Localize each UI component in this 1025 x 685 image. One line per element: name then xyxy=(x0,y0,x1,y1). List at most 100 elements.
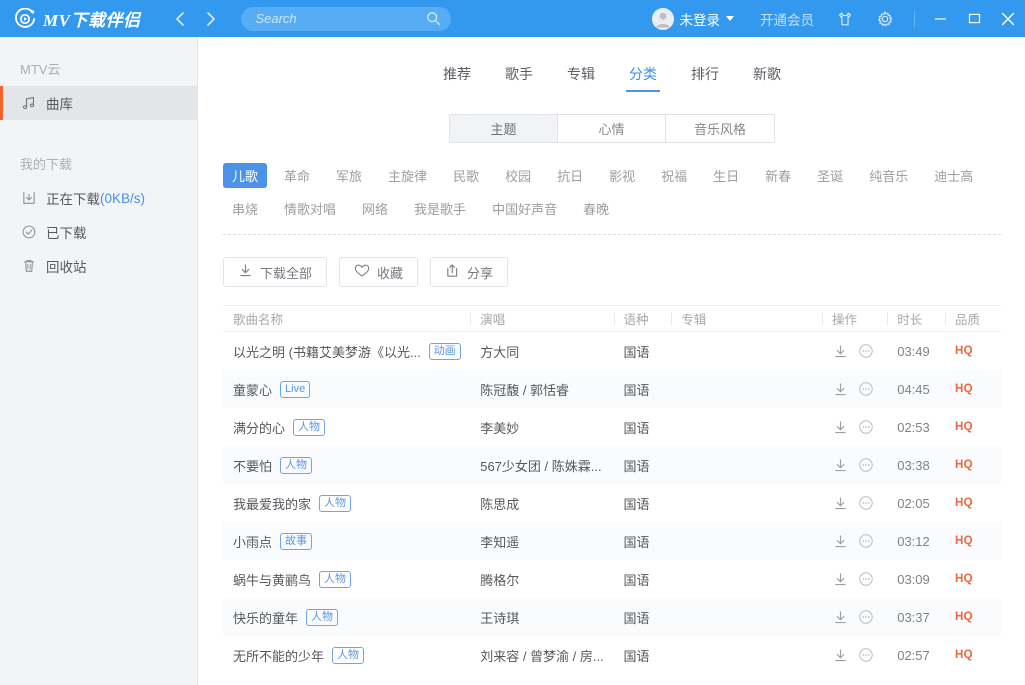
titlebar-right: 未登录 开通会员 xyxy=(652,0,1025,37)
more-dots-icon[interactable] xyxy=(858,381,874,397)
segment-theme[interactable]: 主题 xyxy=(450,115,558,142)
search-box[interactable] xyxy=(241,7,451,31)
favorite-label: 收藏 xyxy=(377,263,403,282)
tag-folk[interactable]: 民歌 xyxy=(444,163,488,188)
tag-internet[interactable]: 网络 xyxy=(353,196,397,221)
tag-voice-of-china[interactable]: 中国好声音 xyxy=(483,196,566,221)
table-row[interactable]: 快乐的童年人物王诗琪国语03:37HQ xyxy=(223,598,1001,636)
sidebar-item-library[interactable]: 曲库 xyxy=(0,86,197,120)
tag-instrumental[interactable]: 纯音乐 xyxy=(860,163,917,188)
tag-children-songs[interactable]: 儿歌 xyxy=(223,163,267,188)
download-all-button[interactable]: 下载全部 xyxy=(223,257,327,287)
more-dots-icon[interactable] xyxy=(858,571,874,587)
download-icon[interactable] xyxy=(832,533,848,549)
sidebar-item-downloading[interactable]: 正在下载(0KB/s) xyxy=(0,181,197,215)
tag-film-tv[interactable]: 影视 xyxy=(600,163,644,188)
table-row[interactable]: 以光之明 (书籍艾美梦游《以光...动画方大同国语03:49HQ xyxy=(223,332,1001,370)
song-title: 不要怕 xyxy=(233,456,272,475)
cell-singer: 陈思成 xyxy=(470,494,613,513)
singer-name: 腾格尔 xyxy=(480,570,519,589)
download-icon[interactable] xyxy=(832,609,848,625)
share-button[interactable]: 分享 xyxy=(430,257,508,287)
minimize-button[interactable] xyxy=(923,0,957,37)
more-dots-icon[interactable] xyxy=(858,419,874,435)
tag-christmas[interactable]: 圣诞 xyxy=(808,163,852,188)
cell-singer: 王诗琪 xyxy=(470,608,613,627)
cell-quality: HQ xyxy=(945,345,1001,357)
tag-new-year[interactable]: 新春 xyxy=(756,163,800,188)
song-title: 小雨点 xyxy=(233,532,272,551)
table-row[interactable]: 童蒙心Live陈冠馥 / 郭恬睿国语04:45HQ xyxy=(223,370,1001,408)
table-row[interactable]: 无所不能的少年人物刘来容 / 曾梦渝 / 房...国语02:57HQ xyxy=(223,636,1001,674)
segment-mood[interactable]: 心情 xyxy=(558,115,666,142)
tag-spring-festival-gala[interactable]: 春晚 xyxy=(574,196,618,221)
download-icon[interactable] xyxy=(832,495,848,511)
download-icon[interactable] xyxy=(832,571,848,587)
cell-title: 以光之明 (书籍艾美梦游《以光...动画 xyxy=(223,342,470,361)
song-badge: 人物 xyxy=(280,457,312,474)
tag-anti-japanese[interactable]: 抗日 xyxy=(548,163,592,188)
more-dots-icon[interactable] xyxy=(858,343,874,359)
tag-birthday[interactable]: 生日 xyxy=(704,163,748,188)
search-icon[interactable] xyxy=(426,11,441,26)
user-menu[interactable]: 未登录 xyxy=(652,8,735,30)
divider xyxy=(914,11,915,27)
tab-albums[interactable]: 专辑 xyxy=(567,64,595,92)
search-input[interactable] xyxy=(241,7,451,31)
tab-ranking[interactable]: 排行 xyxy=(691,64,719,92)
tag-disco[interactable]: 迪士高 xyxy=(925,163,982,188)
tag-military[interactable]: 军旅 xyxy=(327,163,371,188)
tag-revolution[interactable]: 革命 xyxy=(275,163,319,188)
table-row[interactable]: 蜗牛与黄鹂鸟人物腾格尔国语03:09HQ xyxy=(223,560,1001,598)
table-row[interactable]: 我最爱我的家人物陈思成国语02:05HQ xyxy=(223,484,1001,522)
favorite-button[interactable]: 收藏 xyxy=(339,257,418,287)
download-icon[interactable] xyxy=(832,343,848,359)
sidebar-item-downloaded[interactable]: 已下载 xyxy=(0,215,197,249)
table-row[interactable]: 不要怕人物567少女团 / 陈姝霖...国语03:38HQ xyxy=(223,446,1001,484)
sidebar-item-label: 正在下载 xyxy=(46,188,100,208)
gear-icon[interactable] xyxy=(876,10,894,28)
tag-campus[interactable]: 校园 xyxy=(496,163,540,188)
tab-recommend[interactable]: 推荐 xyxy=(443,64,471,92)
chevron-left-icon[interactable] xyxy=(170,8,190,30)
chevron-right-icon[interactable] xyxy=(201,8,221,30)
download-icon[interactable] xyxy=(832,381,848,397)
close-button[interactable] xyxy=(991,0,1025,37)
more-dots-icon[interactable] xyxy=(858,609,874,625)
singer-name: 李美妙 xyxy=(480,418,519,437)
tag-medley[interactable]: 串烧 xyxy=(223,196,267,221)
download-icon[interactable] xyxy=(832,647,848,663)
table-row[interactable]: 满分的心人物李美妙国语02:53HQ xyxy=(223,408,1001,446)
tag-i-am-a-singer[interactable]: 我是歌手 xyxy=(405,196,475,221)
tab-artists[interactable]: 歌手 xyxy=(505,64,533,92)
avatar xyxy=(652,8,674,30)
table-row[interactable]: 小雨点故事李知遥国语03:12HQ xyxy=(223,522,1001,560)
cell-operations xyxy=(822,343,887,359)
cell-quality: HQ xyxy=(945,459,1001,471)
cell-language: 国语 xyxy=(614,570,672,589)
segment-genre[interactable]: 音乐风格 xyxy=(666,115,774,142)
tag-blessing[interactable]: 祝福 xyxy=(652,163,696,188)
cell-quality: HQ xyxy=(945,497,1001,509)
sidebar-item-recycle[interactable]: 回收站 xyxy=(0,249,197,283)
column-header-title: 歌曲名称 xyxy=(223,309,470,328)
more-dots-icon[interactable] xyxy=(858,495,874,511)
sidebar-item-label: 回收站 xyxy=(46,256,87,276)
download-icon[interactable] xyxy=(832,457,848,473)
tab-categories[interactable]: 分类 xyxy=(629,64,657,92)
share-label: 分享 xyxy=(467,263,493,282)
tab-new-songs[interactable]: 新歌 xyxy=(753,64,781,92)
vip-link[interactable]: 开通会员 xyxy=(760,9,814,29)
cell-duration: 02:53 xyxy=(887,420,945,435)
more-dots-icon[interactable] xyxy=(858,533,874,549)
tag-main-melody[interactable]: 主旋律 xyxy=(379,163,436,188)
download-icon[interactable] xyxy=(832,419,848,435)
sidebar-group-title-mtv: MTV云 xyxy=(0,37,197,86)
maximize-button[interactable] xyxy=(957,0,991,37)
shirt-icon[interactable] xyxy=(836,10,854,28)
singer-name: 陈冠馥 / 郭恬睿 xyxy=(480,380,569,399)
tag-love-duet[interactable]: 情歌对唱 xyxy=(275,196,345,221)
more-dots-icon[interactable] xyxy=(858,457,874,473)
quality-badge: HQ xyxy=(955,421,973,433)
more-dots-icon[interactable] xyxy=(858,647,874,663)
